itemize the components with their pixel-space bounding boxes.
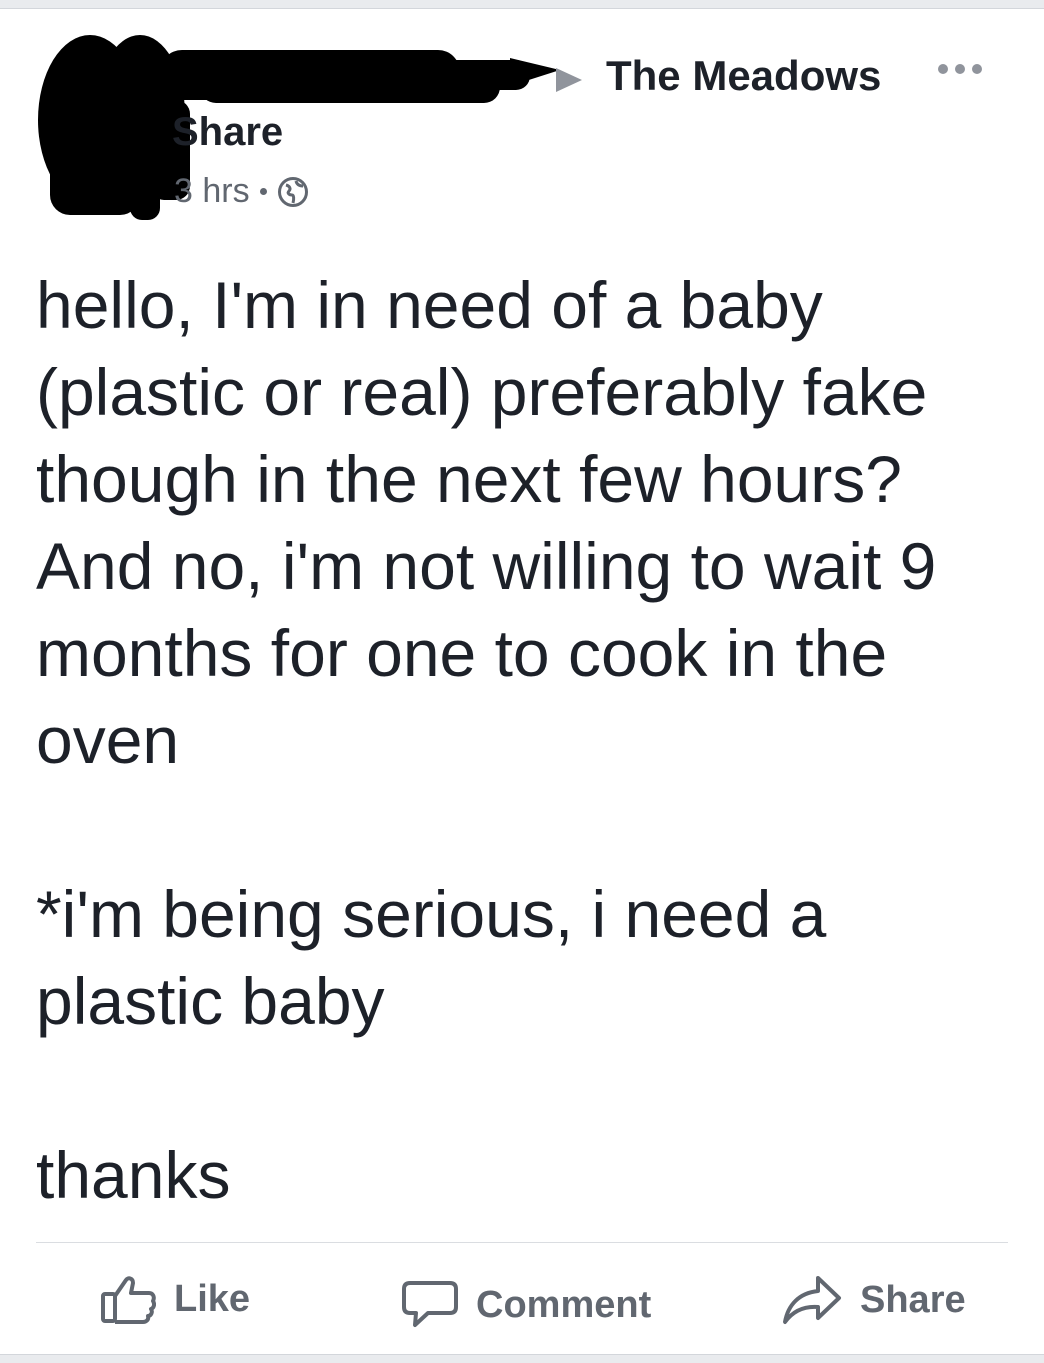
top-separator: [0, 0, 1044, 9]
thumbs-up-icon: [101, 1276, 156, 1324]
share-label: Share: [860, 1278, 966, 1321]
menu-dot: [972, 64, 982, 74]
speech-bubble-icon: [402, 1281, 458, 1327]
timestamp[interactable]: 3 hrs: [174, 172, 250, 211]
comment-label: Comment: [476, 1283, 652, 1326]
globe-icon: [277, 176, 308, 207]
post-meta: 3 hrs: [174, 172, 309, 211]
post-actions-bar: Like Comment Share: [0, 1262, 1044, 1342]
group-name-link[interactable]: The Meadows: [606, 52, 881, 100]
post-paragraph: hello, I'm in need of a baby (plastic or…: [36, 268, 937, 777]
actions-divider: [36, 1242, 1008, 1243]
comment-button[interactable]: Comment: [402, 1280, 651, 1330]
author-name-fragment[interactable]: Share: [172, 110, 283, 155]
separator-dot: [259, 188, 267, 195]
more-options-icon[interactable]: [938, 55, 994, 83]
like-button[interactable]: Like: [100, 1274, 250, 1324]
shared-to-arrow-icon: [556, 68, 582, 92]
post-paragraph: thanks: [36, 1138, 231, 1212]
post-paragraph: *i'm being serious, i need a plastic bab…: [36, 877, 827, 1038]
post-body: hello, I'm in need of a baby (plastic or…: [36, 262, 1026, 1219]
menu-dot: [938, 64, 948, 74]
share-arrow-icon: [783, 1276, 841, 1324]
menu-dot: [955, 64, 965, 74]
like-label: Like: [174, 1277, 251, 1320]
share-button[interactable]: Share: [782, 1274, 966, 1326]
